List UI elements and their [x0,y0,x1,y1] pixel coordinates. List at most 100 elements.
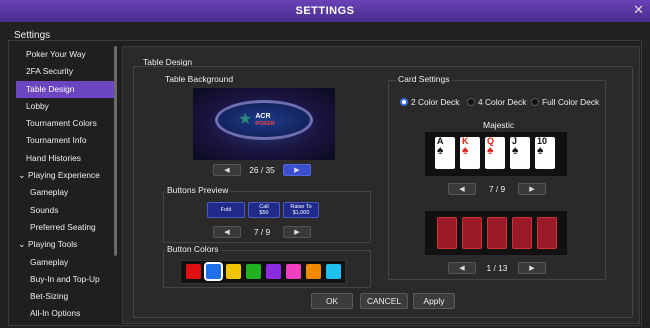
ok-button[interactable]: OK [311,293,353,309]
sidebar-item-label: Tournament Info [26,135,87,146]
table-background-nav: ◀ 26 / 35 ▶ [213,164,311,176]
prev-deck-button[interactable]: ◀ [448,183,476,195]
playing-card: 10 ♠ [535,137,555,169]
fold-preview-button: Fold [207,202,245,218]
sidebar-item-label: Table Design [26,83,75,94]
playing-card: Q ♠ [485,137,505,169]
chevron-down-icon: ⌄ [18,170,29,181]
prev-buttons-button[interactable]: ◀ [213,226,241,238]
sidebar-item[interactable]: Tournament Info [16,132,116,149]
sidebar-item-label: Preferred Seating [30,221,96,232]
color-swatch[interactable] [204,262,223,281]
sidebar: Poker Your Way 2FA Security Table Design Lo… [16,46,116,322]
spade-icon: ♠ [437,143,444,157]
card-back [487,217,507,249]
button-colors-label: Button Colors [165,244,221,254]
sidebar-item-label: Playing Tools [28,239,78,250]
cancel-button[interactable]: CANCEL [360,293,408,309]
sidebar-item-label: Gameplay [30,187,69,198]
sidebar-item[interactable]: 2FA Security [16,63,116,80]
radio-dot [400,98,408,106]
sidebar-item[interactable]: Sounds [16,202,116,219]
chevron-down-icon: ⌄ [18,239,29,250]
sidebar-item-label: Buy-In and Top-Up [30,273,100,284]
apply-button[interactable]: Apply [413,293,455,309]
prev-background-button[interactable]: ◀ [213,164,241,176]
acr-logo: ★ ACR POKER [238,110,290,130]
sidebar-group[interactable]: ⌄ Playing Tools [16,236,116,253]
sidebar-item[interactable]: Gameplay [16,184,116,201]
raise-preview-button: Raise To $1,000 [283,202,319,218]
sidebar-item[interactable]: Bet-Sizing [16,288,116,305]
spade-icon: ♠ [462,143,469,157]
card-back [537,217,557,249]
call-preview-button: Call $50 [248,202,280,218]
back-page: 1 / 13 [486,263,508,273]
card-face-preview: A ♠ K ♠ Q ♠ J ♠ 10 ♠ [425,132,567,176]
prev-back-button[interactable]: ◀ [448,262,476,274]
color-swatch[interactable] [246,264,261,279]
buttons-page: 7 / 9 [253,227,271,237]
next-background-button[interactable]: ▶ [283,164,311,176]
sidebar-item-label: Sounds [30,204,59,215]
sidebar-item[interactable]: Buy-In and Top-Up [16,271,116,288]
sidebar-item-label: Poker Your Way [26,49,86,59]
deck-name: Majestic [483,120,515,130]
color-swatch[interactable] [266,264,281,279]
logo-text: ACR POKER [255,112,275,127]
next-deck-button[interactable]: ▶ [518,183,546,195]
sidebar-group[interactable]: ⌄ Playing Experience [16,167,116,184]
card-back [437,217,457,249]
sidebar-item-label: Playing Experience [28,170,100,181]
sidebar-item[interactable]: Preferred Seating [16,219,116,236]
next-buttons-button[interactable]: ▶ [283,226,311,238]
sidebar-item-label: Bet-Sizing [30,291,69,302]
window-title: SETTINGS [295,5,355,17]
card-back [512,217,532,249]
sidebar-item-label: Hand Histories [26,152,81,163]
card-back [462,217,482,249]
radio-full-color-deck[interactable]: Full Color Deck [531,97,599,107]
sidebar-item[interactable]: Table Design [16,80,116,98]
color-swatch[interactable] [286,264,301,279]
color-swatch[interactable] [186,264,201,279]
card-back-nav: ◀ 1 / 13 ▶ [448,262,546,274]
card-back-preview [425,211,567,255]
deck-nav: ◀ 7 / 9 ▶ [448,183,546,195]
spade-icon: ♠ [512,143,519,157]
sidebar-item[interactable]: Gameplay [16,254,116,271]
next-back-button[interactable]: ▶ [518,262,546,274]
color-swatch[interactable] [306,264,321,279]
close-icon[interactable]: ✕ [633,3,644,17]
background-page: 26 / 35 [249,165,275,175]
playing-card: K ♠ [460,137,480,169]
playing-card: J ♠ [510,137,530,169]
radio-dot [531,98,539,106]
sidebar-item[interactable]: All-In Options [16,305,116,322]
deck-page: 7 / 9 [488,184,506,194]
spade-icon: ♠ [487,143,494,157]
color-swatch[interactable] [226,264,241,279]
sidebar-item[interactable]: Tournament Colors [16,115,116,132]
table-background-label: Table Background [165,74,234,84]
table-background-preview: ★ ACR POKER [193,88,335,160]
sidebar-item-label: Gameplay [30,256,69,267]
sidebar-item[interactable]: Poker Your Way [16,46,116,63]
sidebar-item-label: 2FA Security [26,66,74,77]
sidebar-item-label: Tournament Colors [26,118,97,129]
radio-dot [467,98,475,106]
radio-4-color-deck[interactable]: 4 Color Deck [467,97,526,107]
title-bar: SETTINGS ✕ [0,0,650,22]
spade-icon: ♠ [537,143,544,157]
sidebar-scrollbar[interactable] [114,46,117,256]
sidebar-item[interactable]: Hand Histories [16,150,116,167]
radio-2-color-deck[interactable]: 2 Color Deck [400,97,459,107]
sidebar-item[interactable]: Lobby [16,98,116,115]
playing-card: A ♠ [435,137,455,169]
color-swatch[interactable] [326,264,341,279]
buttons-preview-nav: ◀ 7 / 9 ▶ [213,226,311,238]
sidebar-item-label: All-In Options [30,308,81,319]
card-settings-label: Card Settings [396,74,452,84]
star-icon: ★ [238,111,253,128]
buttons-preview-label: Buttons Preview [165,185,231,195]
